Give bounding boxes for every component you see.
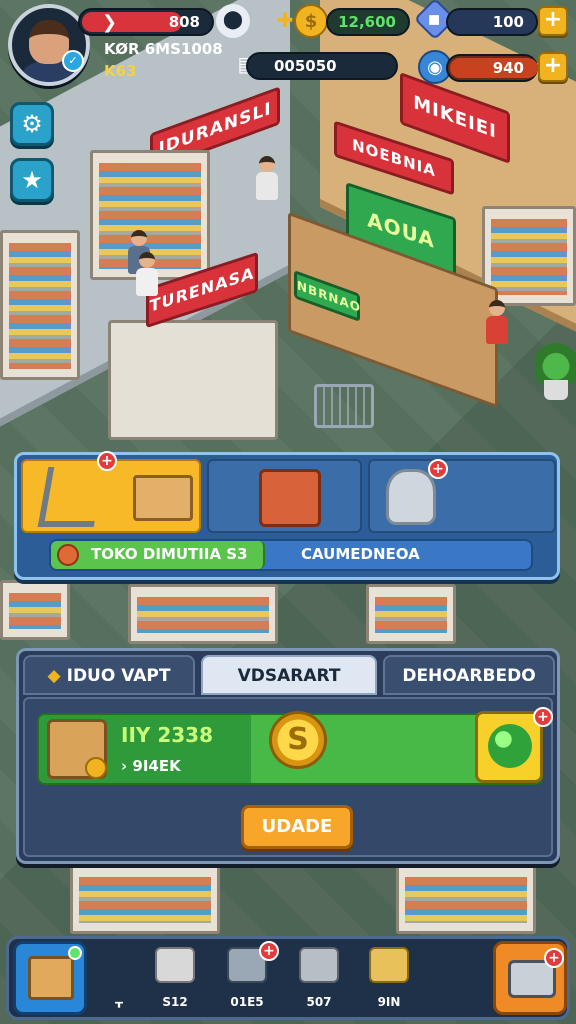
avatar-badge-icon: ✓ (62, 50, 84, 72)
green-dot-icon (68, 946, 82, 960)
equipment-slot-jar[interactable]: + (368, 459, 556, 533)
bottom-item-value: 9IN (377, 995, 401, 1009)
crate-cart-icon (133, 475, 193, 521)
upgrade-right-label: CAUMEDNEOA (301, 545, 420, 563)
location-pin-icon[interactable]: ⬤ (216, 4, 250, 38)
level-bar: ❯ 808 (78, 8, 214, 36)
robot-icon (155, 947, 195, 983)
machine-icon (299, 947, 339, 983)
floor-shelf (396, 864, 536, 934)
upgrade-button[interactable]: UDADE (241, 805, 353, 849)
bottom-item-value: 01E5 (230, 995, 264, 1009)
progress-label: TOKO DIMUTIIA S3 (91, 545, 248, 563)
diamond-icon: ◆ (47, 666, 61, 686)
gems-counter: 100 (446, 8, 538, 36)
box-icon (369, 947, 409, 983)
player-name: KØR 6MS1008 (104, 40, 223, 58)
shopping-cart[interactable] (314, 384, 374, 428)
gear-icon: ⚙ (21, 110, 43, 138)
bottom-item[interactable]: S12 (147, 947, 203, 1009)
floor-shelf (0, 580, 70, 640)
bottom-item-value: ᚁ (115, 995, 123, 1009)
shop-content: IIY 2338 › 9I4EK S + UDADE (23, 697, 553, 857)
printer-plus-icon[interactable]: + (259, 941, 279, 961)
customer[interactable] (136, 252, 158, 296)
gift-box-icon (259, 469, 321, 527)
jar-icon (386, 469, 436, 525)
star-icon: ★ (21, 166, 43, 194)
bottom-item[interactable]: 507 (291, 947, 347, 1009)
wall-shelf (0, 230, 80, 380)
potted-plant (536, 340, 576, 400)
floor-shelf (366, 584, 456, 644)
customer[interactable] (256, 156, 278, 200)
green-orb-icon (488, 724, 532, 768)
item-subtitle: › 9I4EK (121, 757, 181, 775)
equipment-slot-selected[interactable]: + (21, 451, 201, 533)
inventory-counter: 005050 (246, 52, 398, 80)
equipment-slot-box[interactable] (207, 459, 362, 533)
player-rank: K63 (104, 62, 137, 80)
crate-icon (28, 956, 74, 1000)
energy-counter: 940 (446, 54, 538, 82)
item-title: IIY 2338 (121, 723, 213, 747)
top-hud: ✓ ❯ 808 ⬤ KØR 6MS1008 K63 ✚ $ 12,600 ▤ 0… (0, 0, 576, 100)
gold-coin-icon: $ (294, 4, 328, 38)
player-avatar[interactable] (8, 4, 90, 86)
machine-plus-icon[interactable]: + (544, 948, 564, 968)
bottom-item[interactable]: 9IN (361, 947, 417, 1009)
coin-icon (57, 544, 79, 566)
upgrade-panel: + + TOKO DIMUTIIA S3 CAUMEDNEOA (14, 451, 560, 580)
bottom-item-value: S12 (162, 995, 188, 1009)
achievements-button[interactable]: ★ (10, 158, 54, 202)
level-chevron-icon: ❯ (102, 12, 118, 33)
settings-button[interactable]: ⚙ (10, 102, 54, 146)
cashier[interactable] (486, 300, 508, 344)
big-gold-coin-icon: S (269, 711, 327, 769)
shop-panel: ◆ IDUO VAPT VDSARART DEHOARBEDO IIY 2338 … (16, 648, 560, 864)
orb-plus-icon[interactable]: + (533, 707, 553, 727)
bottom-item[interactable]: ᚁ (91, 947, 147, 1009)
bottom-bar: ᚁ S12 01E5 + 507 9IN + (6, 936, 570, 1020)
machine-shop-button[interactable]: + (493, 941, 567, 1015)
player-level: 808 (168, 13, 200, 31)
crates-button[interactable] (13, 941, 87, 1015)
floor-shelf (70, 864, 220, 934)
floor-shelf (128, 584, 278, 644)
bottom-item[interactable]: 01E5 + (219, 941, 279, 1009)
cash-counter: 12,600 (326, 8, 410, 36)
tab-main[interactable]: ◆ IDUO VAPT (23, 655, 195, 695)
green-orb-button[interactable] (475, 711, 543, 783)
small-coin-icon (85, 757, 107, 779)
shop-item-row[interactable]: IIY 2338 › 9I4EK S + (37, 707, 553, 785)
bottom-item-value: 507 (306, 995, 332, 1009)
add-energy-button[interactable]: + (538, 52, 568, 82)
alert-plus-icon[interactable]: + (97, 451, 117, 471)
tab-selected[interactable]: VDSARART (201, 655, 377, 695)
product-kiosk[interactable] (108, 320, 278, 440)
jar-plus-icon[interactable]: + (428, 459, 448, 479)
upgrade-progress-bar: TOKO DIMUTIIA S3 CAUMEDNEOA (49, 539, 533, 571)
tab-third[interactable]: DEHOARBEDO (383, 655, 555, 695)
add-gems-button[interactable]: + (538, 6, 568, 36)
tripod-icon (37, 467, 105, 527)
